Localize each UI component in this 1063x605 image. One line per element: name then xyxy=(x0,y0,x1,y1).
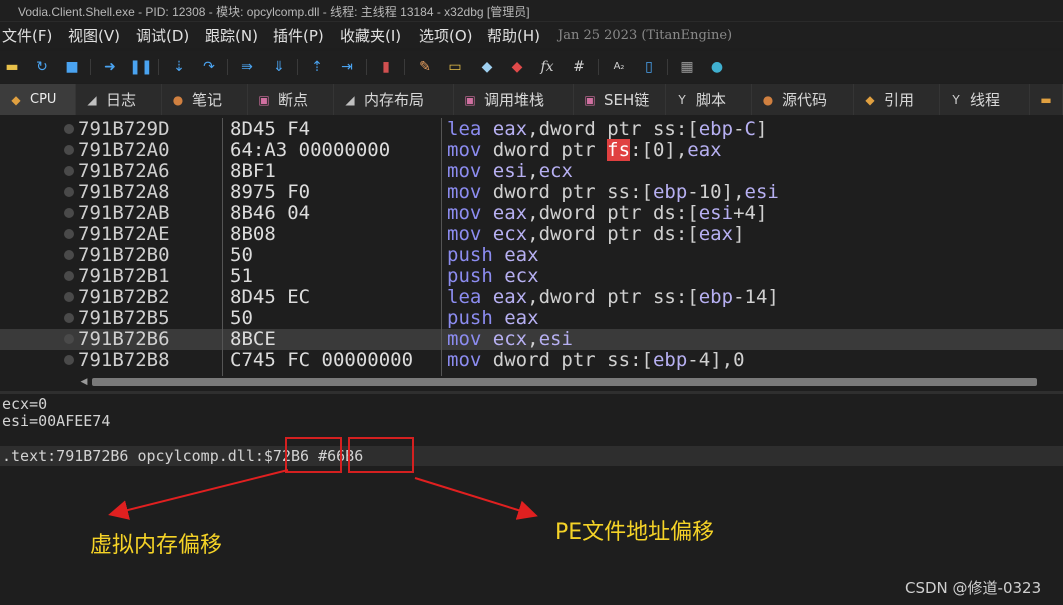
annotation-arrows xyxy=(108,469,538,520)
rva-annotation: 虚拟内存偏移 xyxy=(90,533,223,558)
file-offset-annotation: PE文件地址偏移 xyxy=(555,520,715,545)
watermark: CSDN @修道-0323 xyxy=(905,579,1042,597)
arrow-to-offset-label xyxy=(414,477,538,520)
arrow-to-rva-label xyxy=(108,469,289,520)
